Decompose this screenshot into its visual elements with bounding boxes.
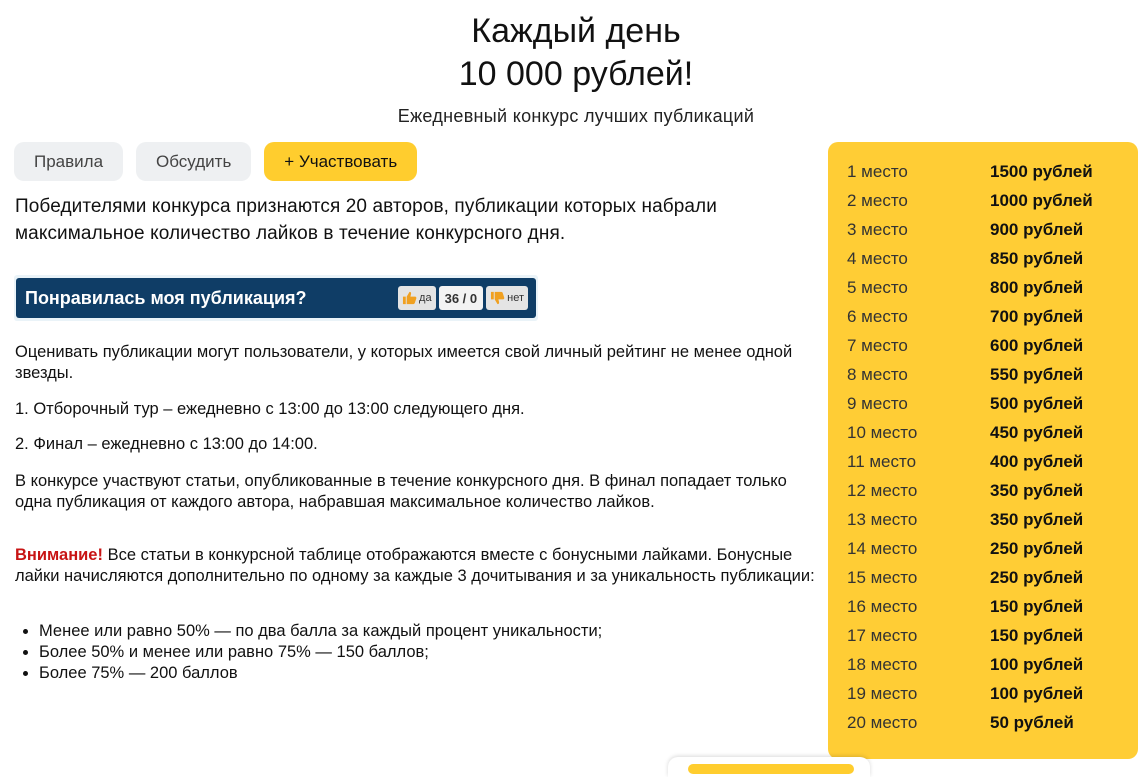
prize-row: 18 место 100 рублей xyxy=(847,650,1127,679)
prize-row: 5 место 800 рублей xyxy=(847,273,1127,302)
prize-place: 9 место xyxy=(847,393,908,413)
title-line-1: Каждый день xyxy=(471,12,681,50)
voters-paragraph: Оценивать публикации могут пользователи,… xyxy=(15,343,793,382)
rating-controls: да 36 / 0 нет xyxy=(398,286,528,310)
intro-text: Победителями конкурса признаются 20 авто… xyxy=(15,196,717,244)
prize-amount: 250 рублей xyxy=(990,567,1084,587)
discuss-button[interactable]: Обсудить xyxy=(136,142,252,181)
prize-row: 10 место 450 рублей xyxy=(847,418,1127,447)
prize-amount: 500 рублей xyxy=(990,393,1084,413)
prize-place: 5 место xyxy=(847,277,908,297)
prize-place: 20 место xyxy=(847,712,918,732)
prize-place: 13 место xyxy=(847,509,918,529)
prize-amount: 50 рублей xyxy=(990,712,1074,732)
prize-amount: 400 рублей xyxy=(990,451,1084,471)
prize-amount: 250 рублей xyxy=(990,538,1084,558)
prize-place: 18 место xyxy=(847,654,918,674)
rules-button[interactable]: Правила xyxy=(14,142,124,181)
prize-row: 4 место 850 рублей xyxy=(847,244,1127,273)
list-item: Более 50% и менее или равно 75% — 150 ба… xyxy=(39,642,602,663)
prize-place: 17 место xyxy=(847,625,918,645)
like-label: да xyxy=(419,292,432,304)
bottom-panel-button[interactable] xyxy=(688,764,854,774)
list-item: Менее или равно 50% — по два балла за ка… xyxy=(39,621,602,642)
warning-label: Внимание! xyxy=(15,546,103,564)
like-count: 36 / 0 xyxy=(438,286,484,310)
round1-paragraph: 1. Отборочный тур – ежедневно с 13:00 до… xyxy=(15,400,525,418)
prize-row: 8 место 550 рублей xyxy=(847,360,1127,389)
prize-row: 1 место 1500 рублей xyxy=(847,157,1127,186)
prize-row: 6 место 700 рублей xyxy=(847,302,1127,331)
prize-place: 2 место xyxy=(847,190,908,210)
prize-place: 16 место xyxy=(847,596,918,616)
dislike-button[interactable]: нет xyxy=(486,286,528,310)
prize-row: 9 место 500 рублей xyxy=(847,389,1127,418)
page-title: Каждый день 10 000 рублей! xyxy=(0,10,1138,96)
prize-row: 2 место 1000 рублей xyxy=(847,186,1127,215)
prize-row: 17 место 150 рублей xyxy=(847,621,1127,650)
prize-row: 20 место 50 рублей xyxy=(847,708,1127,737)
prize-amount: 150 рублей xyxy=(990,625,1084,645)
page-subtitle: Ежедневный конкурс лучших публикаций xyxy=(397,106,755,126)
prize-place: 1 место xyxy=(847,161,908,181)
prize-place: 11 место xyxy=(847,451,917,471)
warning-paragraph: Внимание! Все статьи в конкурсной таблиц… xyxy=(15,545,815,587)
participate-button[interactable]: + Участвовать xyxy=(264,142,418,181)
prize-amount: 550 рублей xyxy=(990,364,1084,384)
prize-row: 16 место 150 рублей xyxy=(847,592,1127,621)
prize-table: 1 место 1500 рублей 2 место 1000 рублей 3 … xyxy=(828,142,1138,759)
uniqueness-list: Менее или равно 50% — по два балла за ка… xyxy=(15,621,602,684)
articles-paragraph: В конкурсе участвуют статьи, опубликован… xyxy=(15,472,787,511)
prize-amount: 1500 рублей xyxy=(990,161,1093,181)
prize-amount: 350 рублей xyxy=(990,480,1084,500)
like-button[interactable]: да xyxy=(398,286,436,310)
dislike-label: нет xyxy=(507,292,524,304)
prize-place: 8 место xyxy=(847,364,908,384)
prize-amount: 800 рублей xyxy=(990,277,1084,297)
prize-amount: 700 рублей xyxy=(990,306,1084,326)
rating-widget: Понравилась моя публикация? да 36 / 0 не… xyxy=(14,275,538,321)
rating-question: Понравилась моя публикация? xyxy=(25,287,307,308)
prize-place: 12 место xyxy=(847,480,918,500)
thumb-up-icon xyxy=(403,291,417,305)
prize-row: 3 место 900 рублей xyxy=(847,215,1127,244)
prize-amount: 100 рублей xyxy=(990,683,1084,703)
prize-place: 10 место xyxy=(847,422,918,442)
prize-row: 19 место 100 рублей xyxy=(847,679,1127,708)
prize-row: 12 место 350 рублей xyxy=(847,476,1127,505)
prize-amount: 450 рублей xyxy=(990,422,1084,442)
prize-amount: 600 рублей xyxy=(990,335,1084,355)
prize-row: 7 место 600 рублей xyxy=(847,331,1127,360)
title-line-2: 10 000 рублей! xyxy=(458,55,694,93)
prize-row: 15 место 250 рублей xyxy=(847,563,1127,592)
prize-place: 19 место xyxy=(847,683,918,703)
prize-amount: 350 рублей xyxy=(990,509,1084,529)
prize-place: 6 место xyxy=(847,306,908,326)
warning-text: Все статьи в конкурсной таблице отобража… xyxy=(15,546,815,585)
prize-place: 7 место xyxy=(847,335,908,355)
list-item: Более 75% — 200 баллов xyxy=(39,663,602,684)
action-tabs: Правила Обсудить + Участвовать xyxy=(14,142,418,181)
prize-row: 11 место 400 рублей xyxy=(847,447,1127,476)
prize-amount: 850 рублей xyxy=(990,248,1084,268)
prize-amount: 900 рублей xyxy=(990,219,1084,239)
prize-place: 3 место xyxy=(847,219,908,239)
prize-amount: 100 рублей xyxy=(990,654,1084,674)
rating-widget-bar: Понравилась моя публикация? да 36 / 0 не… xyxy=(16,278,536,318)
prize-place: 14 место xyxy=(847,538,918,558)
prize-place: 4 место xyxy=(847,248,908,268)
prize-amount: 150 рублей xyxy=(990,596,1084,616)
prize-row: 13 место 350 рублей xyxy=(847,505,1127,534)
prize-amount: 1000 рублей xyxy=(990,190,1093,210)
round2-paragraph: 2. Финал – ежедневно с 13:00 до 14:00. xyxy=(15,435,318,453)
prize-place: 15 место xyxy=(847,567,918,587)
prize-row: 14 место 250 рублей xyxy=(847,534,1127,563)
thumb-down-icon xyxy=(491,291,505,305)
